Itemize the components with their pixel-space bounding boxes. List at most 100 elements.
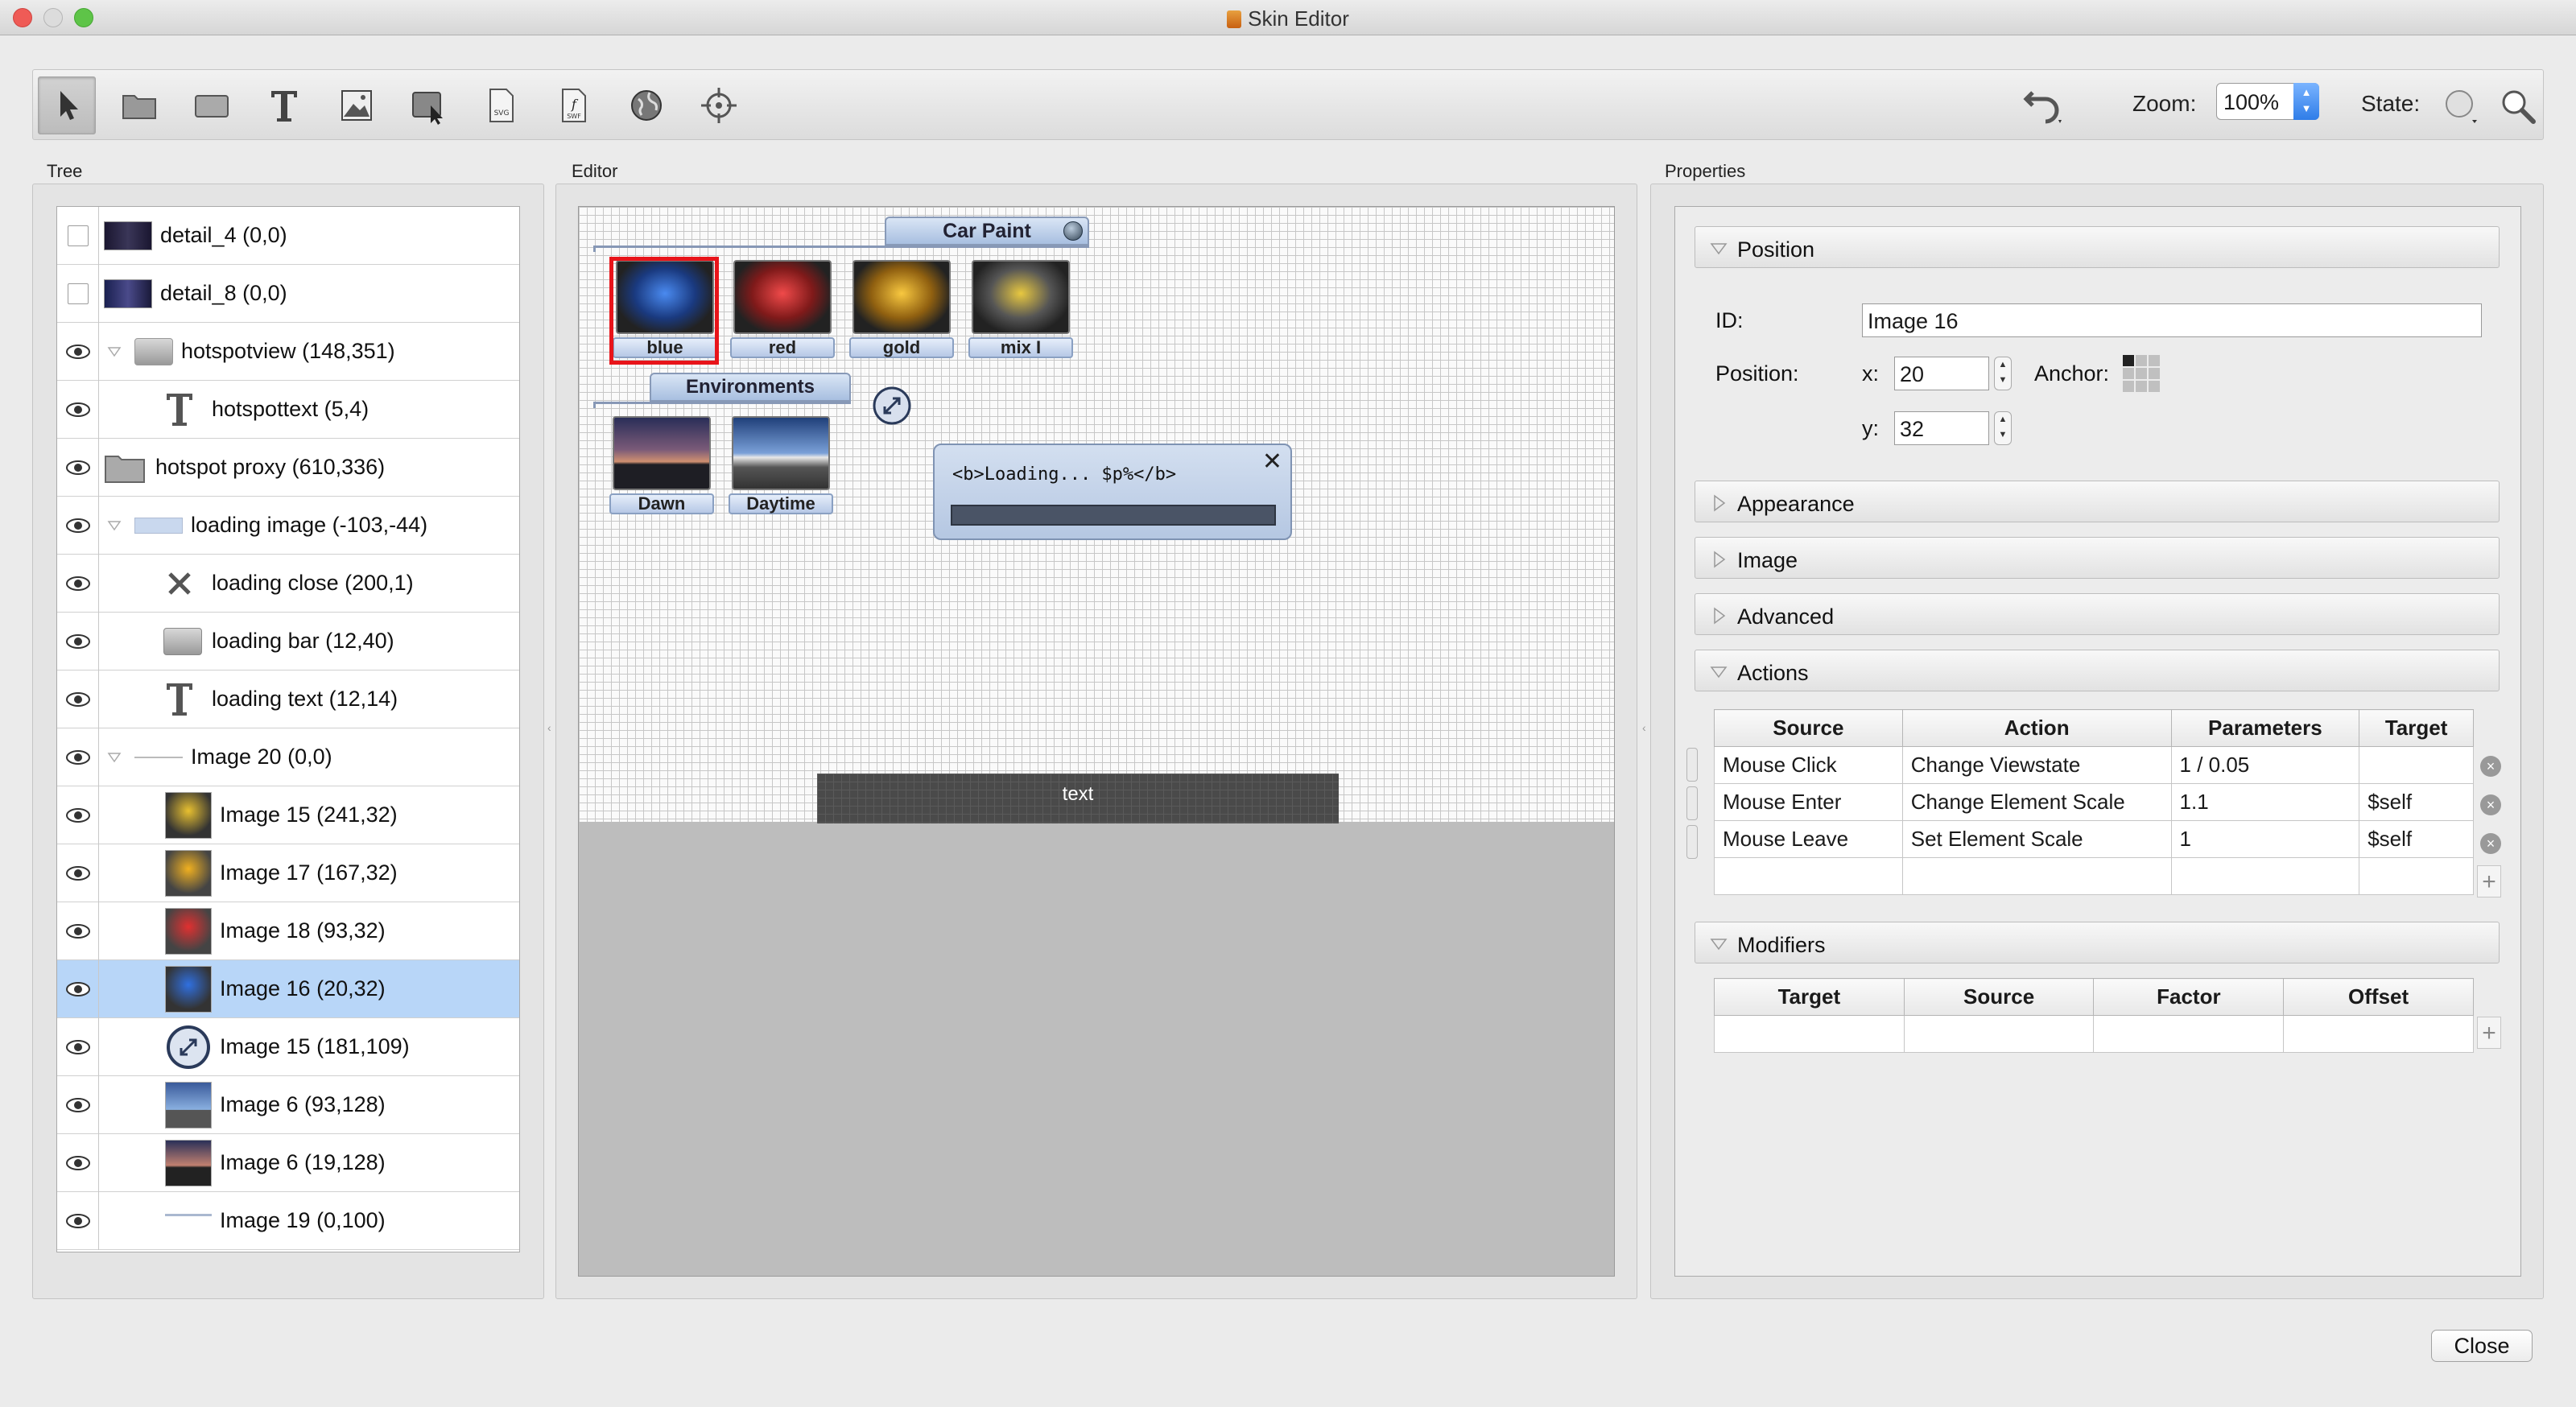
anchor-cell[interactable] <box>2123 381 2134 392</box>
eye-icon[interactable] <box>65 518 91 534</box>
table-cell[interactable]: Change Element Scale <box>1901 783 2172 821</box>
modifiers-col-source[interactable]: Source <box>1903 978 2095 1016</box>
table-cell[interactable]: Set Element Scale <box>1901 820 2172 858</box>
modifiers-col-target[interactable]: Target <box>1714 978 1905 1016</box>
anchor-cell[interactable] <box>2136 381 2147 392</box>
add-action-button[interactable]: + <box>2477 865 2501 897</box>
table-cell[interactable] <box>2093 1015 2285 1053</box>
add-modifier-button[interactable]: + <box>2477 1017 2501 1049</box>
tree-row[interactable]: loading bar (12,40) <box>57 612 519 670</box>
tree-row[interactable]: Image 17 (167,32) <box>57 844 519 902</box>
table-cell[interactable] <box>1714 857 1903 895</box>
tree-row[interactable]: loading image (-103,-44) <box>57 496 519 555</box>
row-drag-handle[interactable] <box>1686 786 1698 820</box>
text-tool-button[interactable] <box>255 76 313 134</box>
container-tool-button[interactable] <box>110 76 168 134</box>
hotspot-text-bar[interactable]: text <box>817 774 1339 823</box>
zoom-combobox[interactable]: 100% ▲ ▼ <box>2216 83 2319 120</box>
remove-action-icon[interactable]: × <box>2480 833 2501 854</box>
table-cell[interactable]: Mouse Click <box>1714 746 1903 784</box>
tree-row[interactable]: Image 19 (0,100) <box>57 1191 519 1250</box>
inspect-button[interactable] <box>2488 76 2546 134</box>
eye-icon[interactable] <box>65 807 91 823</box>
svg-tool-button[interactable]: SVG <box>473 76 530 134</box>
car-paint-toggle-icon[interactable] <box>1063 221 1083 241</box>
env-tile-daytime[interactable]: Daytime <box>729 416 833 516</box>
state-dropdown-button[interactable] <box>2432 76 2490 134</box>
table-cell[interactable]: $self <box>2359 783 2474 821</box>
table-cell[interactable]: Change Viewstate <box>1901 746 2172 784</box>
table-cell[interactable] <box>2170 857 2360 895</box>
close-button[interactable]: Close <box>2431 1330 2533 1362</box>
id-field[interactable]: Image 16 <box>1862 303 2482 337</box>
expand-triangle-icon[interactable] <box>107 750 122 765</box>
visibility-checkbox[interactable] <box>67 283 89 304</box>
actions-section-header[interactable]: Actions <box>1695 650 2500 691</box>
table-cell[interactable]: 1 / 0.05 <box>2170 746 2360 784</box>
remove-action-icon[interactable]: × <box>2480 756 2501 777</box>
table-cell[interactable]: 1 <box>2170 820 2360 858</box>
modifiers-col-factor[interactable]: Factor <box>2093 978 2285 1016</box>
tree-row[interactable]: hotspottext (5,4) <box>57 380 519 439</box>
loading-close-icon[interactable]: ✕ <box>1262 450 1282 474</box>
eye-icon[interactable] <box>65 1213 91 1229</box>
advanced-section-header[interactable]: Advanced <box>1695 593 2500 635</box>
editor-canvas[interactable]: Car Paint blue red gold mix I Environmen… <box>578 206 1615 1277</box>
eye-icon[interactable] <box>65 865 91 881</box>
swf-tool-button[interactable]: f SWF <box>545 76 603 134</box>
anchor-cell[interactable] <box>2123 368 2134 379</box>
anchor-cell[interactable] <box>2123 355 2134 366</box>
actions-col-source[interactable]: Source <box>1714 709 1903 747</box>
visibility-checkbox[interactable] <box>67 225 89 246</box>
table-cell[interactable] <box>1901 857 2172 895</box>
tree-row[interactable]: detail_4 (0,0) <box>57 207 519 265</box>
fullscreen-icon[interactable] <box>872 386 912 426</box>
table-row-empty[interactable] <box>1714 1015 2474 1053</box>
eye-icon[interactable] <box>65 1039 91 1055</box>
left-split-handle[interactable]: ‹ <box>547 721 552 737</box>
x-stepper[interactable]: ▲ ▼ <box>1994 357 2012 390</box>
eye-icon[interactable] <box>65 576 91 592</box>
actions-col-action[interactable]: Action <box>1901 709 2172 747</box>
eye-icon[interactable] <box>65 1155 91 1171</box>
anchor-picker[interactable] <box>2123 355 2160 392</box>
modifiers-section-header[interactable]: Modifiers <box>1695 922 2500 963</box>
table-cell[interactable]: Mouse Leave <box>1714 820 1903 858</box>
table-row[interactable]: Mouse Click Change Viewstate 1 / 0.05 <box>1714 746 2474 784</box>
remove-action-icon[interactable]: × <box>2480 794 2501 815</box>
eye-icon[interactable] <box>65 691 91 708</box>
anchor-cell[interactable] <box>2149 381 2160 392</box>
table-cell[interactable] <box>1903 1015 2095 1053</box>
eye-icon[interactable] <box>65 981 91 997</box>
eye-icon[interactable] <box>65 1097 91 1113</box>
eye-icon[interactable] <box>65 633 91 650</box>
car-tile-mix[interactable]: mix I <box>968 260 1073 360</box>
select-tool-button[interactable] <box>38 76 96 134</box>
row-drag-handle[interactable] <box>1686 748 1698 782</box>
env-tile-dawn[interactable]: Dawn <box>609 416 714 516</box>
car-paint-header[interactable]: Car Paint <box>885 217 1089 246</box>
table-cell[interactable] <box>2283 1015 2474 1053</box>
tree-row[interactable]: detail_8 (0,0) <box>57 264 519 323</box>
anchor-cell[interactable] <box>2149 355 2160 366</box>
image-section-header[interactable]: Image <box>1695 537 2500 579</box>
x-field[interactable]: 20 <box>1894 357 1989 390</box>
y-field[interactable]: 32 <box>1894 411 1989 445</box>
tree-row[interactable]: hotspot proxy (610,336) <box>57 438 519 497</box>
crosshair-tool-button[interactable] <box>690 76 748 134</box>
rectangle-tool-button[interactable] <box>183 76 241 134</box>
hotspot-tool-button[interactable] <box>617 76 675 134</box>
table-cell[interactable]: 1.1 <box>2170 783 2360 821</box>
zoom-stepper[interactable]: ▲ ▼ <box>2293 83 2319 120</box>
tree-row[interactable]: Image 6 (93,128) <box>57 1075 519 1134</box>
tree-row[interactable]: loading close (200,1) <box>57 554 519 613</box>
tree-row[interactable]: loading text (12,14) <box>57 670 519 728</box>
button-tool-button[interactable] <box>400 76 458 134</box>
eye-icon[interactable] <box>65 344 91 360</box>
y-stepper[interactable]: ▲ ▼ <box>1994 411 2012 445</box>
environments-header[interactable]: Environments <box>650 373 851 402</box>
row-drag-handle[interactable] <box>1686 825 1698 859</box>
appearance-section-header[interactable]: Appearance <box>1695 481 2500 522</box>
loading-popup[interactable]: <b>Loading... $p%</b> ✕ <box>933 444 1292 540</box>
actions-col-parameters[interactable]: Parameters <box>2170 709 2360 747</box>
